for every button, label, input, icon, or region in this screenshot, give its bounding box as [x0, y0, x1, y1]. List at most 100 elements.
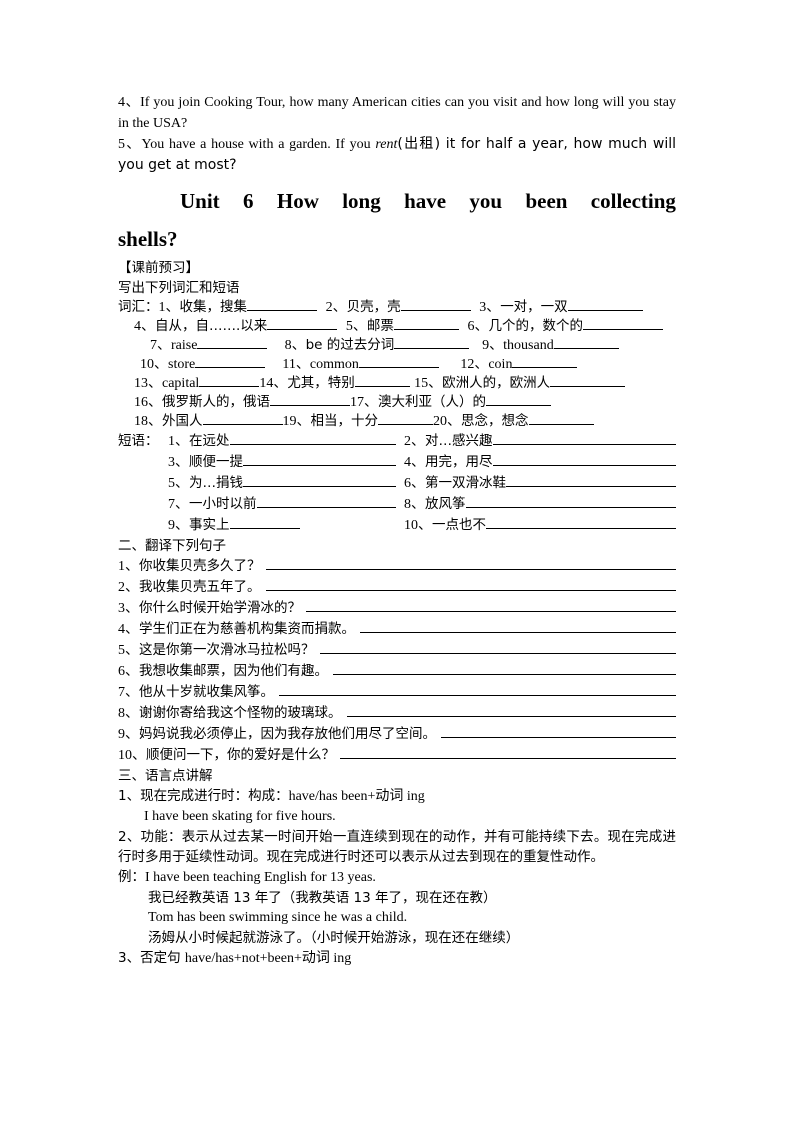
- vocab-item-1-blank[interactable]: [247, 298, 317, 311]
- vocab-item-13-text: capital: [162, 376, 200, 391]
- vocab-item-10-blank[interactable]: [195, 355, 266, 368]
- translation-sentence-9-number: 9、: [118, 727, 139, 742]
- translation-sentence-5-blank[interactable]: [319, 641, 676, 654]
- phrase-label: 短语：: [118, 433, 159, 449]
- grammar-example-2-en: Tom has been swimming since he was a chi…: [148, 910, 408, 925]
- vocab-item-8-number: 8、: [284, 338, 306, 353]
- phrase-item-2-blank[interactable]: [492, 432, 676, 445]
- phrase-item-7: 7、 一小时以前: [118, 494, 396, 515]
- phrase-item-5: 5、 为…捐钱: [118, 473, 396, 494]
- vocab-item-4-blank[interactable]: [267, 317, 338, 330]
- phrase-item-6-blank[interactable]: [506, 474, 676, 487]
- translation-sentence-6-blank[interactable]: [333, 662, 676, 675]
- vocab-item-7-blank[interactable]: [197, 336, 268, 349]
- translation-sentence-10-number: 10、: [118, 748, 146, 763]
- translation-sentence-8-text: 谢谢你寄给我这个怪物的玻璃球。: [139, 705, 342, 721]
- vocab-item-8-blank[interactable]: [394, 336, 470, 349]
- vocab-item-17-blank[interactable]: [486, 393, 551, 406]
- translation-sentence-6: 6、 我想收集邮票，因为他们有趣。: [118, 661, 676, 682]
- grammar-point-1-example: I have been skating for five hours.: [144, 809, 336, 824]
- vocab-item-3-blank[interactable]: [567, 298, 643, 311]
- unit-title-word-long: long: [342, 189, 381, 213]
- grammar-example-1-en: I have been teaching English for 13 yeas…: [145, 870, 376, 885]
- vocab-item-2-blank[interactable]: [400, 298, 471, 311]
- phrase-item-9-blank[interactable]: [229, 516, 300, 529]
- vocab-item-5-blank[interactable]: [393, 317, 459, 330]
- vocab-item-9-blank[interactable]: [553, 336, 619, 349]
- phrase-grid: 1、 在远处 2、 对…感兴趣 3、 顺便一提 4、 用完，用尽 5、 为…捐钱 6、 第一…: [118, 431, 676, 536]
- phrase-item-6-text: 第一双滑冰鞋: [425, 475, 506, 491]
- phrase-item-5-text: 为…捐钱: [189, 475, 243, 491]
- vocab-item-3-number: 3、: [479, 300, 501, 315]
- phrase-item-10-blank[interactable]: [486, 516, 676, 529]
- phrase-item-5-blank[interactable]: [243, 474, 396, 487]
- vocab-item-1-text: 收集，搜集: [179, 299, 248, 315]
- phrase-item-8-number: 8、: [404, 497, 425, 512]
- phrase-item-1: 1、 在远处: [118, 431, 396, 452]
- unit-title-word-how: How: [276, 189, 319, 213]
- translation-sentence-2-blank[interactable]: [265, 578, 676, 591]
- vocab-item-17-text: 澳大利亚（人）的: [378, 394, 486, 410]
- vocab-item-4-number: 4、: [134, 319, 155, 334]
- unit-title-word-collecting: collecting: [590, 189, 676, 213]
- vocab-item-8-text: be 的过去分词: [305, 337, 395, 353]
- translation-sentence-10-blank[interactable]: [340, 746, 676, 759]
- phrase-item-7-blank[interactable]: [256, 495, 396, 508]
- grammar-heading: 三、语言点讲解: [118, 768, 213, 784]
- vocab-item-11-text: common: [309, 357, 359, 372]
- vocab-item-14-blank[interactable]: [354, 374, 410, 387]
- vocab-item-6-number: 6、: [467, 319, 489, 334]
- phrase-item-8-blank[interactable]: [465, 495, 676, 508]
- grammar-example-1-cn: 我已经教英语 13 年了（我教英语 13 年了，现在还在教）: [148, 890, 497, 906]
- vocab-item-13-blank[interactable]: [199, 374, 260, 387]
- vocab-item-11-blank[interactable]: [358, 355, 439, 368]
- unit-title-word-you: you: [469, 189, 503, 213]
- vocab-item-16-blank[interactable]: [270, 393, 350, 406]
- translation-sentence-8-blank[interactable]: [346, 704, 676, 717]
- vocab-item-6-blank[interactable]: [582, 317, 663, 330]
- translation-sentence-7-blank[interactable]: [279, 683, 676, 696]
- vocab-item-15-blank[interactable]: [550, 374, 626, 387]
- vocab-item-15-text: 欧洲人的，欧洲人: [442, 375, 551, 391]
- phrase-item-8: 8、 放风筝: [396, 494, 676, 515]
- translation-sentence-3-blank[interactable]: [306, 599, 676, 612]
- translation-sentence-6-text: 我想收集邮票，因为他们有趣。: [139, 663, 328, 679]
- phrase-item-10: 10、 一点也不: [396, 515, 676, 536]
- phrase-item-4-number: 4、: [404, 455, 425, 470]
- translation-sentence-1: 1、 你收集贝壳多久了？: [118, 556, 676, 577]
- phrase-item-3-number: 3、: [168, 455, 189, 470]
- vocab-item-9-number: 9、: [482, 338, 504, 353]
- vocab-item-18-blank[interactable]: [202, 412, 283, 425]
- translation-sentence-7: 7、 他从十岁就收集风筝。: [118, 682, 676, 703]
- vocab-item-1-number: 1、: [158, 300, 180, 315]
- unit-title-word-been: been: [525, 189, 568, 213]
- grammar-point-3-cn: 3、否定句: [118, 950, 185, 966]
- vocab-item-12-blank[interactable]: [512, 355, 578, 368]
- vocab-item-20-blank[interactable]: [528, 412, 594, 425]
- prev-question-5-number: 5、: [118, 137, 142, 152]
- translation-sentence-4-blank[interactable]: [360, 620, 676, 633]
- translation-sentence-2-text: 我收集贝壳五年了。: [139, 579, 261, 595]
- phrase-item-8-text: 放风筝: [425, 496, 466, 512]
- vocab-item-20-text: 思念，想念: [461, 413, 529, 429]
- vocab-item-11-number: 11、: [282, 357, 310, 372]
- translation-sentence-10-text: 顺便问一下，你的爱好是什么？: [146, 747, 335, 763]
- vocab-item-16-number: 16、: [134, 395, 162, 410]
- prev-question-5: 5、You have a house with a garden. If you…: [118, 134, 676, 176]
- phrase-item-1-blank[interactable]: [229, 432, 396, 445]
- phrase-item-4: 4、 用完，用尽: [396, 452, 676, 473]
- phrase-section: 短语： 1、 在远处 2、 对…感兴趣 3、 顺便一提 4、 用完，用尽 5、 为…捐钱 …: [118, 431, 676, 536]
- vocab-item-19-blank[interactable]: [378, 412, 433, 425]
- vocab-item-10-number: 10、: [140, 357, 168, 372]
- preview-subheading: 写出下列词汇和短语: [118, 280, 240, 296]
- phrase-item-4-text: 用完，用尽: [425, 454, 493, 470]
- vocab-item-5-number: 5、: [345, 319, 367, 334]
- grammar-point-1-cn: 1、现在完成进行时：构成：: [118, 788, 289, 804]
- translation-sentence-9-blank[interactable]: [441, 725, 676, 738]
- grammar-example-label: 例：: [118, 869, 145, 885]
- phrase-item-4-blank[interactable]: [492, 453, 676, 466]
- document-page: 4、If you join Cooking Tour, how many Ame…: [0, 0, 794, 1123]
- phrase-item-3-blank[interactable]: [243, 453, 396, 466]
- phrase-item-9-number: 9、: [168, 518, 189, 533]
- translation-sentence-1-blank[interactable]: [265, 557, 676, 570]
